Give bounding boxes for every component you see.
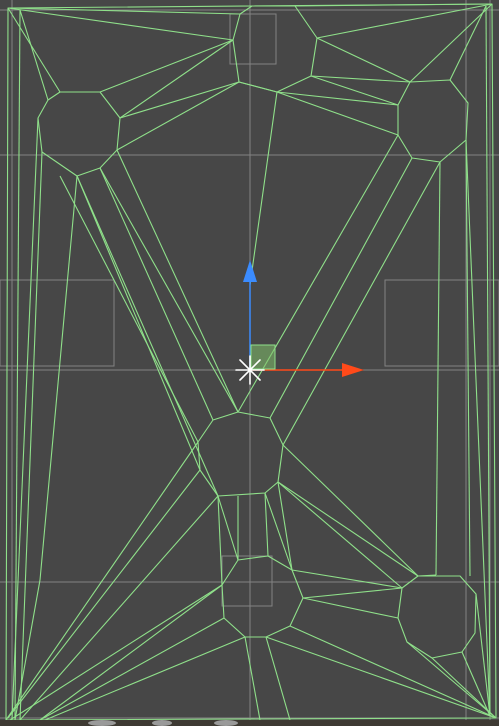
pivot-icon — [235, 355, 265, 385]
obstacle-middle — [197, 411, 284, 497]
move-handle-y-arrow[interactable] — [243, 260, 257, 282]
navmesh-wireframe — [0, 0, 499, 726]
obstacle-bottom-right — [397, 575, 477, 659]
obstacle-top-right — [397, 79, 469, 163]
scene-viewport[interactable] — [0, 0, 499, 726]
obstacle-top-left — [37, 91, 121, 177]
move-handle-x-arrow[interactable] — [342, 363, 364, 377]
obstacle-top-center — [232, 5, 318, 93]
bottom-edge-decor — [0, 720, 499, 726]
transform-gizmo[interactable] — [235, 260, 364, 385]
